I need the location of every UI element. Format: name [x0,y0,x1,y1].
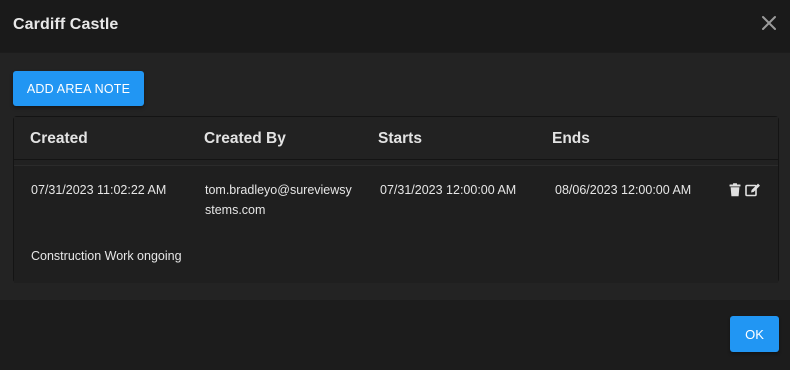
dialog-body: ADD AREA NOTE Created Created By Starts … [0,53,790,300]
close-icon [762,16,776,30]
cell-created-by: tom.bradleyo@sureviewsystems.com [205,183,352,217]
area-notes-dialog: Cardiff Castle ADD AREA NOTE Created Cre… [0,0,790,370]
column-header-starts: Starts [378,130,422,147]
column-header-created: Created [30,130,88,147]
cell-starts: 07/31/2023 12:00:00 AM [380,183,517,197]
area-note-text: Construction Work ongoing [31,249,182,263]
close-button[interactable] [758,12,780,34]
table-header: Created Created By Starts Ends [14,117,778,160]
area-notes-table: Created Created By Starts Ends 07/31/202… [13,116,779,283]
add-area-note-button[interactable]: ADD AREA NOTE [13,71,144,106]
ok-button[interactable]: OK [730,316,779,352]
column-header-created-by: Created By [204,130,286,147]
dialog-footer: OK [0,300,790,370]
trash-icon [729,183,741,197]
edit-button[interactable] [745,183,761,197]
table-row: 07/31/2023 11:02:22 AM tom.bradleyo@sure… [14,165,778,283]
cell-created: 07/31/2023 11:02:22 AM [31,183,167,197]
delete-button[interactable] [728,183,742,197]
dialog-header: Cardiff Castle [0,0,790,52]
dialog-title: Cardiff Castle [13,16,119,33]
column-header-ends: Ends [552,130,590,147]
edit-icon [745,183,760,197]
cell-ends: 08/06/2023 12:00:00 AM [555,183,692,197]
